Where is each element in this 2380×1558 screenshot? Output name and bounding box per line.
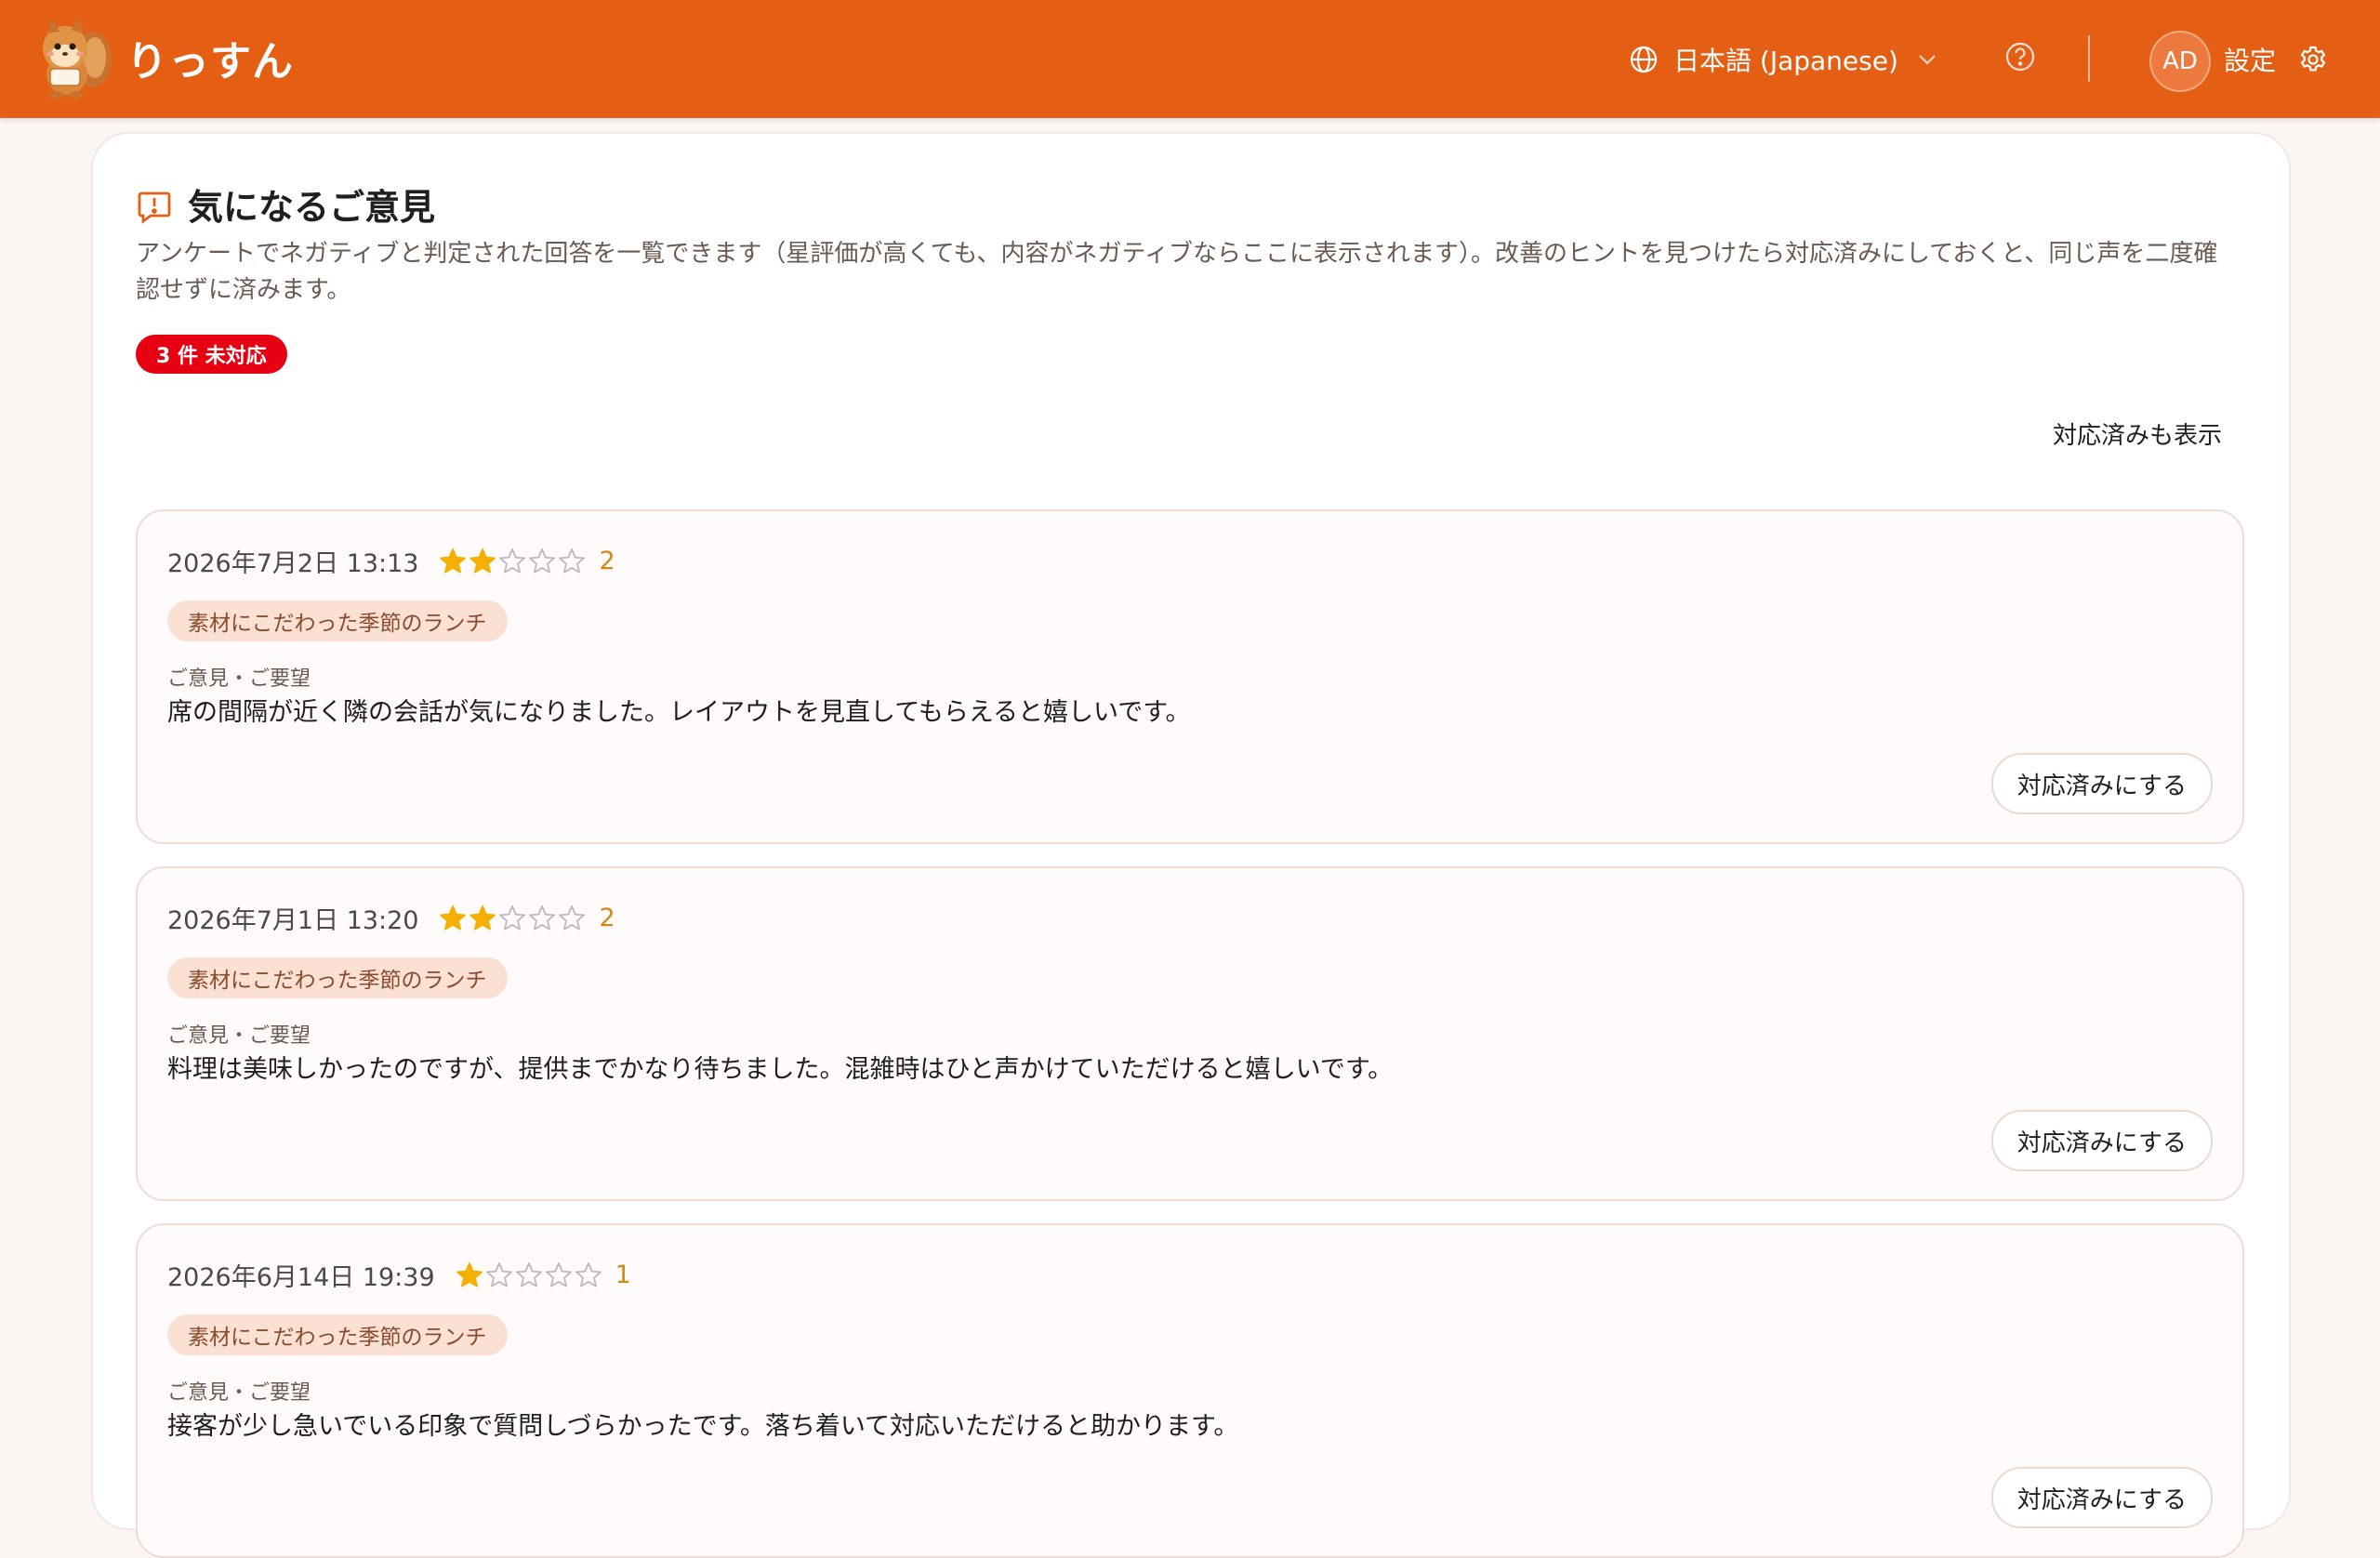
star-empty-icon [529, 904, 556, 931]
page-description: アンケートでネガティブと判定された回答を一覧できます（星評価が高くても、内容がネ… [136, 240, 2218, 304]
star-empty-icon [515, 1261, 542, 1287]
page-title: 気になるご意見 [188, 187, 436, 228]
star-empty-icon [529, 548, 556, 574]
feedback-card: 2026年6月14日 19:39 1 素材にこだわった季節のランチ ご意見・ご要… [136, 1223, 2244, 1558]
rating-value: 2 [599, 547, 615, 575]
chevron-down-icon [1919, 55, 1936, 65]
comment-text: 席の間隔が近く隣の会話が気になりました。レイアウトを見直してもらえると嬉しいです… [167, 698, 1191, 727]
card-date: 2026年7月1日 13:20 [167, 906, 419, 935]
card-meta: 2026年7月2日 13:13 2 [167, 543, 615, 579]
star-empty-icon [559, 904, 586, 931]
squirrel-mascot-icon[interactable] [33, 17, 113, 99]
feedback-alert-icon [138, 191, 171, 224]
gear-icon[interactable] [2298, 45, 2328, 74]
comment-text: 料理は美味しかったのですが、提供までかなり待ちました。混雑時はひと声かけていただ… [167, 1055, 1394, 1084]
show-resolved-toggle[interactable]: 対応済みも表示 [2053, 416, 2222, 451]
field-label: ご意見・ご要望 [167, 1024, 311, 1048]
unresolved-count-badge: 3 件 未対応 [136, 335, 287, 374]
language-selector[interactable]: 日本語 (Japanese) [1629, 35, 1952, 84]
feedback-card: 2026年7月1日 13:20 2 素材にこだわった季節のランチ ご意見・ご要望… [136, 866, 2244, 1201]
menu-tag: 素材にこだわった季節のランチ [167, 957, 508, 998]
star-filled-icon [469, 904, 496, 931]
card-meta: 2026年6月14日 19:39 1 [167, 1257, 631, 1293]
card-date: 2026年6月14日 19:39 [167, 1263, 435, 1292]
star-empty-icon [485, 1261, 512, 1287]
card-meta: 2026年7月1日 13:20 2 [167, 900, 615, 936]
rating-value: 1 [615, 1261, 631, 1289]
card-date: 2026年7月2日 13:13 [167, 549, 419, 578]
language-label: 日本語 (Japanese) [1673, 46, 1898, 76]
star-empty-icon [575, 1261, 602, 1287]
star-empty-icon [559, 548, 586, 574]
brand-name[interactable]: りっすん [126, 28, 294, 87]
rating-value: 2 [599, 904, 615, 932]
top-bar: りっすん 日本語 (Japanese) AD 設定 [0, 0, 2380, 118]
star-filled-icon [440, 548, 467, 574]
mark-resolved-button[interactable]: 対応済みにする [1990, 1467, 2213, 1528]
menu-tag: 素材にこだわった季節のランチ [167, 1314, 508, 1355]
star-filled-icon [456, 1261, 483, 1287]
globe-icon [1630, 46, 1658, 73]
star-filled-icon [440, 904, 467, 931]
header-divider [2088, 35, 2090, 82]
field-label: ご意見・ご要望 [167, 667, 311, 691]
star-empty-icon [499, 548, 526, 574]
settings-link[interactable]: 設定 [2224, 41, 2276, 78]
field-label: ご意見・ご要望 [167, 1381, 311, 1405]
star-filled-icon [469, 548, 496, 574]
help-icon[interactable] [2004, 41, 2036, 73]
star-rating [439, 548, 588, 575]
star-empty-icon [545, 1261, 572, 1287]
star-rating [439, 904, 588, 932]
mark-resolved-button[interactable]: 対応済みにする [1990, 753, 2213, 814]
star-rating [456, 1261, 604, 1289]
menu-tag: 素材にこだわった季節のランチ [167, 601, 508, 641]
mark-resolved-button[interactable]: 対応済みにする [1990, 1110, 2213, 1171]
star-empty-icon [499, 904, 526, 931]
avatar[interactable]: AD [2149, 31, 2211, 92]
comment-text: 接客が少し急いでいる印象で質問しづらかったです。落ち着いて対応いただけると助かり… [167, 1412, 1239, 1441]
feedback-card: 2026年7月2日 13:13 2 素材にこだわった季節のランチ ご意見・ご要望… [136, 509, 2244, 844]
